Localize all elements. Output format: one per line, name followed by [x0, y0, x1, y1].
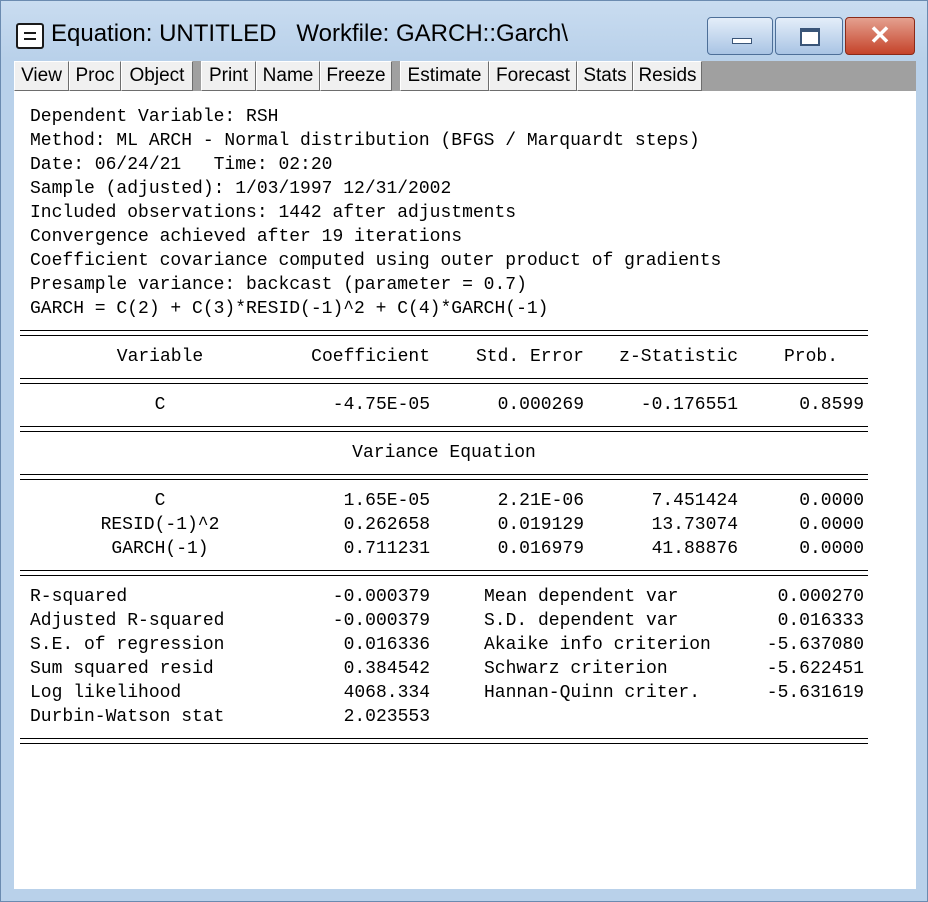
stat-label-right: S.D. dependent var [484, 611, 679, 631]
row-variable: C [154, 395, 166, 415]
window-title: Equation: UNTITLED Workfile: GARCH::Garc… [51, 20, 569, 47]
table-rule [20, 426, 868, 432]
row-variable: GARCH(-1) [111, 539, 209, 559]
minimize-button[interactable] [707, 17, 773, 55]
col-coefficient: Coefficient [311, 347, 430, 367]
stat-value-left: 0.384542 [343, 659, 430, 679]
stat-value-left: -0.000379 [332, 611, 430, 631]
name-button[interactable]: Name [256, 61, 320, 91]
row-variable: RESID(-1)^2 [100, 515, 220, 535]
stat-label-left: Durbin-Watson stat [30, 707, 225, 727]
print-button[interactable]: Print [201, 61, 256, 91]
stat-value-right: -5.637080 [766, 635, 864, 655]
header-line: Included observations: 1442 after adjust… [30, 203, 517, 223]
header-line: GARCH = C(2) + C(3)*RESID(-1)^2 + C(4)*G… [30, 299, 549, 319]
col-z-statistic: z-Statistic [619, 347, 738, 367]
object-button[interactable]: Object [121, 61, 193, 91]
row-std-error: 0.000269 [497, 395, 584, 415]
freeze-button[interactable]: Freeze [320, 61, 392, 91]
stat-value-left: 0.016336 [343, 635, 430, 655]
stat-value-left: -0.000379 [332, 587, 430, 607]
stat-label-left: Adjusted R-squared [30, 611, 225, 631]
stat-label-left: Sum squared resid [30, 659, 214, 679]
row-prob: 0.0000 [799, 515, 864, 535]
row-z-statistic: 13.73074 [651, 515, 738, 535]
header-line: Convergence achieved after 19 iterations [30, 227, 463, 247]
resids-button[interactable]: Resids [633, 61, 702, 91]
toolbar: View Proc Object Print Name Freeze Estim… [14, 61, 916, 91]
maximize-button[interactable] [775, 17, 843, 55]
row-coefficient: 0.711231 [343, 539, 430, 559]
stat-label-right: Hannan-Quinn criter. [484, 683, 701, 703]
minimize-icon [732, 38, 752, 44]
equation-window: Equation: UNTITLED Workfile: GARCH::Garc… [0, 0, 928, 902]
row-z-statistic: 7.451424 [651, 491, 738, 511]
stat-label-right: Schwarz criterion [484, 659, 668, 679]
row-prob: 0.0000 [799, 539, 864, 559]
col-prob: Prob. [783, 347, 838, 367]
stat-value-right: 0.000270 [777, 587, 864, 607]
close-button[interactable]: ✕ [845, 17, 915, 55]
table-rule [20, 378, 868, 384]
table-rule [20, 330, 868, 336]
row-z-statistic: -0.176551 [640, 395, 738, 415]
header-line: Presample variance: backcast (parameter … [30, 275, 527, 295]
maximize-icon [800, 28, 820, 46]
header-line: Coefficient covariance computed using ou… [30, 251, 722, 271]
header-line: Date: 06/24/21 Time: 02:20 [30, 155, 333, 175]
stat-label-left: R-squared [30, 587, 128, 607]
row-prob: 0.8599 [799, 395, 864, 415]
view-button[interactable]: View [14, 61, 69, 91]
table-rule [20, 738, 868, 744]
col-variable: Variable [116, 347, 204, 367]
estimate-button[interactable]: Estimate [400, 61, 489, 91]
col-std-error: Std. Error [475, 347, 584, 367]
title-bar[interactable]: Equation: UNTITLED Workfile: GARCH::Garc… [1, 1, 927, 59]
row-coefficient: -4.75E-05 [332, 395, 430, 415]
stats-button[interactable]: Stats [577, 61, 633, 91]
stat-label-left: Log likelihood [30, 683, 182, 703]
stat-value-left: 4068.334 [343, 683, 430, 703]
stat-value-right: -5.622451 [766, 659, 864, 679]
table-rule [20, 474, 868, 480]
stat-value-left: 2.023553 [343, 707, 430, 727]
close-icon: ✕ [869, 20, 891, 50]
header-line: Sample (adjusted): 1/03/1997 12/31/2002 [30, 179, 452, 199]
stat-label-right: Akaike info criterion [484, 635, 711, 655]
table-rule [20, 570, 868, 576]
row-coefficient: 1.65E-05 [343, 491, 430, 511]
row-coefficient: 0.262658 [343, 515, 430, 535]
row-z-statistic: 41.88876 [651, 539, 738, 559]
stat-value-right: 0.016333 [777, 611, 864, 631]
row-variable: C [154, 491, 166, 511]
stat-value-right: -5.631619 [766, 683, 864, 703]
row-prob: 0.0000 [799, 491, 864, 511]
row-std-error: 0.016979 [497, 539, 584, 559]
row-std-error: 0.019129 [497, 515, 584, 535]
header-line: Dependent Variable: RSH [30, 107, 279, 127]
header-line: Method: ML ARCH - Normal distribution (B… [30, 131, 700, 151]
equation-icon[interactable] [16, 23, 44, 49]
forecast-button[interactable]: Forecast [489, 61, 577, 91]
output-spool[interactable]: Dependent Variable: RSH Method: ML ARCH … [14, 91, 916, 889]
proc-button[interactable]: Proc [69, 61, 121, 91]
variance-equation-title: Variance Equation [352, 443, 536, 463]
stat-label-right: Mean dependent var [484, 587, 679, 607]
stat-label-left: S.E. of regression [30, 635, 225, 655]
row-std-error: 2.21E-06 [497, 491, 584, 511]
